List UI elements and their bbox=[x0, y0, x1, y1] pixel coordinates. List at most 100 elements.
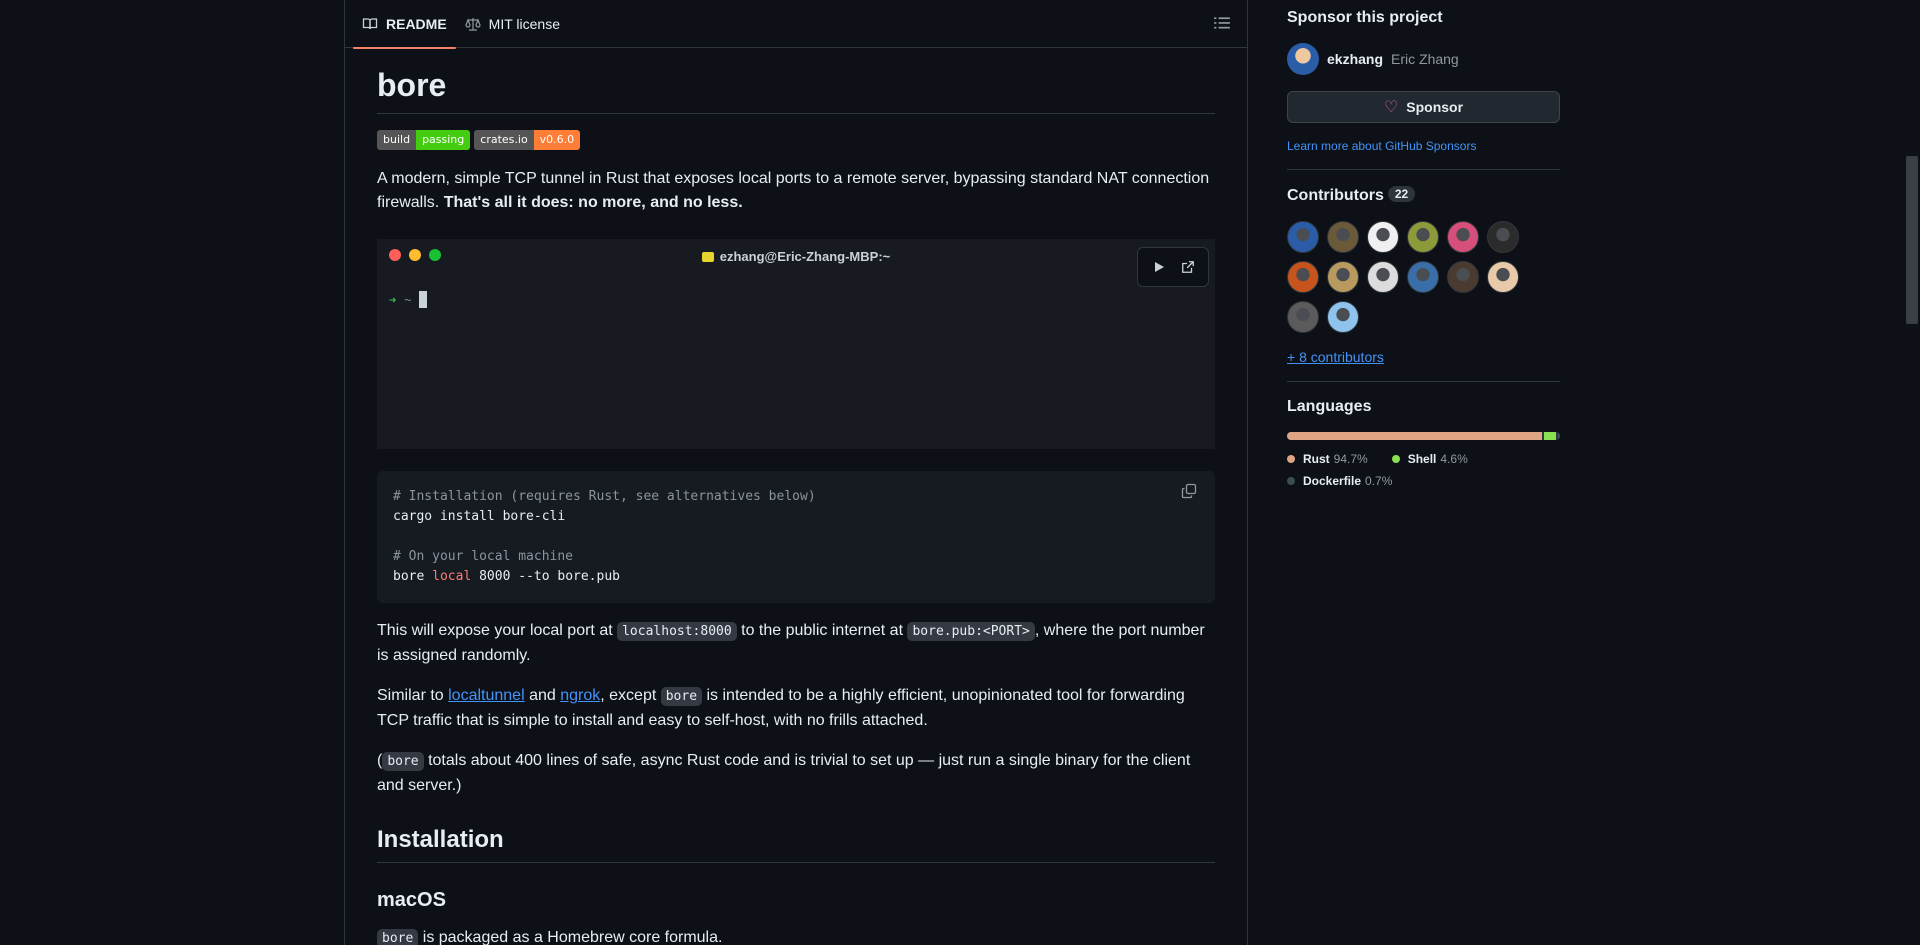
localtunnel-link[interactable]: localtunnel bbox=[448, 687, 525, 704]
code-line: # Installation (requires Rust, see alter… bbox=[393, 489, 816, 505]
contributor-avatar[interactable] bbox=[1327, 261, 1359, 293]
language-name: Dockerfile bbox=[1303, 474, 1362, 488]
paragraph-similar: Similar to localtunnel and ngrok, except… bbox=[377, 684, 1215, 733]
text: , except bbox=[600, 687, 661, 705]
contributor-avatar[interactable] bbox=[1407, 261, 1439, 293]
language-percent: 4.6% bbox=[1440, 452, 1468, 466]
heart-icon: ♡ bbox=[1383, 99, 1399, 116]
languages-bar bbox=[1287, 432, 1560, 440]
languages-heading: Languages bbox=[1287, 398, 1372, 415]
language-percent: 0.7% bbox=[1365, 474, 1393, 488]
readme-content: bore build passing crates.io v0.6.0 A mo… bbox=[345, 48, 1247, 945]
terminal-title-text: ezhang@Eric-Zhang-MBP:~ bbox=[719, 249, 891, 265]
more-contributors-link[interactable]: + 8 contributors bbox=[1287, 349, 1560, 365]
language-dot-icon bbox=[1287, 477, 1295, 485]
sponsor-name: Eric Zhang bbox=[1391, 51, 1459, 67]
sponsor-login[interactable]: ekzhang bbox=[1327, 51, 1383, 67]
contributors-heading-text: Contributors bbox=[1287, 187, 1384, 204]
text: totals about 400 lines of safe, async Ru… bbox=[377, 752, 1191, 795]
scale-icon bbox=[465, 16, 481, 32]
contributor-avatar[interactable] bbox=[1367, 261, 1399, 293]
crates-badge[interactable]: crates.io v0.6.0 bbox=[474, 130, 581, 151]
language-name: Shell bbox=[1407, 452, 1437, 466]
crates-badge-label: crates.io bbox=[474, 130, 534, 151]
outline-list-icon[interactable] bbox=[1213, 14, 1233, 34]
code-token: bore bbox=[393, 569, 433, 585]
sponsor-user[interactable]: ekzhang Eric Zhang bbox=[1287, 43, 1560, 75]
readme-title: bore bbox=[377, 48, 1215, 115]
code-line: # On your local machine bbox=[393, 549, 574, 565]
text: and bbox=[524, 687, 561, 705]
play-icon[interactable] bbox=[1150, 258, 1168, 276]
open-external-icon[interactable] bbox=[1179, 258, 1197, 276]
code-line: bore local 8000 --to bore.pub bbox=[393, 567, 1199, 587]
page-scrollbar[interactable] bbox=[1904, 0, 1920, 945]
terminal-recording: ezhang@Eric-Zhang-MBP:~ ➜ ~ bbox=[377, 239, 1215, 450]
paragraph-expose: This will expose your local port at loca… bbox=[377, 619, 1215, 668]
readme-panel: README MIT license bore build passing cr… bbox=[344, 0, 1248, 945]
contributor-avatar[interactable] bbox=[1287, 221, 1319, 253]
language-dot-icon bbox=[1287, 455, 1295, 463]
code-block: # Installation (requires Rust, see alter… bbox=[377, 471, 1215, 604]
text: Similar to bbox=[377, 687, 449, 705]
language-bar-segment bbox=[1543, 432, 1557, 440]
terminal-actions bbox=[1137, 247, 1209, 288]
build-badge[interactable]: build passing bbox=[377, 130, 471, 151]
contributor-avatar[interactable] bbox=[1487, 261, 1519, 293]
contributor-avatar[interactable] bbox=[1447, 221, 1479, 253]
language-bar-segment bbox=[1287, 432, 1542, 440]
inline-code: bore bbox=[660, 687, 703, 707]
inline-code: bore.pub:<PORT> bbox=[907, 622, 1035, 642]
contributor-avatar[interactable] bbox=[1447, 261, 1479, 293]
build-badge-value: passing bbox=[416, 130, 471, 151]
avatar bbox=[1287, 43, 1319, 75]
terminal-icon bbox=[701, 252, 714, 263]
contributor-avatar[interactable] bbox=[1287, 301, 1319, 333]
inline-code: bore bbox=[382, 752, 424, 772]
prompt-dir: ~ bbox=[404, 293, 412, 308]
copy-icon[interactable] bbox=[1181, 483, 1199, 501]
tab-readme[interactable]: README bbox=[353, 0, 456, 49]
crates-badge-value: v0.6.0 bbox=[533, 130, 581, 151]
language-item[interactable]: Rust 94.7% bbox=[1287, 448, 1368, 470]
terminal-prompt: ➜ ~ bbox=[389, 291, 428, 309]
text: to the public internet at bbox=[736, 622, 908, 640]
intro-bold: That's all it does: no more, and no less… bbox=[443, 194, 743, 212]
terminal-title: ezhang@Eric-Zhang-MBP:~ bbox=[377, 249, 1215, 264]
language-item[interactable]: Dockerfile 0.7% bbox=[1287, 470, 1392, 492]
tab-readme-label: README bbox=[386, 15, 447, 32]
language-name: Rust bbox=[1303, 452, 1330, 466]
inline-code: localhost:8000 bbox=[617, 622, 737, 642]
contributors-heading: Contributors 22 bbox=[1287, 186, 1560, 205]
code-keyword: local bbox=[432, 569, 472, 585]
language-item[interactable]: Shell 4.6% bbox=[1391, 448, 1468, 470]
learn-sponsors-link[interactable]: Learn more about GitHub Sponsors bbox=[1287, 139, 1560, 153]
contributor-avatar[interactable] bbox=[1367, 221, 1399, 253]
paragraph-lines: (bore totals about 400 lines of safe, as… bbox=[377, 749, 1215, 798]
language-dot-icon bbox=[1391, 455, 1400, 463]
prompt-arrow: ➜ bbox=[389, 293, 397, 308]
sponsor-button[interactable]: ♡ Sponsor bbox=[1287, 91, 1560, 123]
book-icon bbox=[362, 16, 378, 32]
tab-license[interactable]: MIT license bbox=[456, 0, 569, 48]
divider bbox=[1287, 169, 1560, 170]
contributor-avatar[interactable] bbox=[1487, 221, 1519, 253]
ngrok-link[interactable]: ngrok bbox=[560, 687, 600, 704]
contributor-avatar[interactable] bbox=[1287, 261, 1319, 293]
build-badge-label: build bbox=[377, 130, 417, 151]
tab-license-label: MIT license bbox=[488, 15, 560, 32]
sponsor-heading: Sponsor this project bbox=[1287, 9, 1443, 26]
paragraph-homebrew: bore is packaged as a Homebrew core form… bbox=[377, 926, 1215, 945]
contributor-avatar[interactable] bbox=[1327, 221, 1359, 253]
scrollbar-thumb[interactable] bbox=[1906, 156, 1918, 324]
languages-list: Rust 94.7% Shell 4.6% Dockerfile 0.7% bbox=[1287, 448, 1560, 492]
contributor-avatar[interactable] bbox=[1407, 221, 1439, 253]
text: This will expose your local port at bbox=[377, 622, 618, 640]
terminal-cursor bbox=[419, 291, 428, 309]
heading-macos: macOS bbox=[377, 889, 446, 912]
contributor-avatar[interactable] bbox=[1327, 301, 1359, 333]
text: is packaged as a Homebrew core formula. bbox=[418, 929, 723, 945]
language-percent: 94.7% bbox=[1333, 452, 1368, 466]
contributor-avatars bbox=[1287, 221, 1527, 333]
